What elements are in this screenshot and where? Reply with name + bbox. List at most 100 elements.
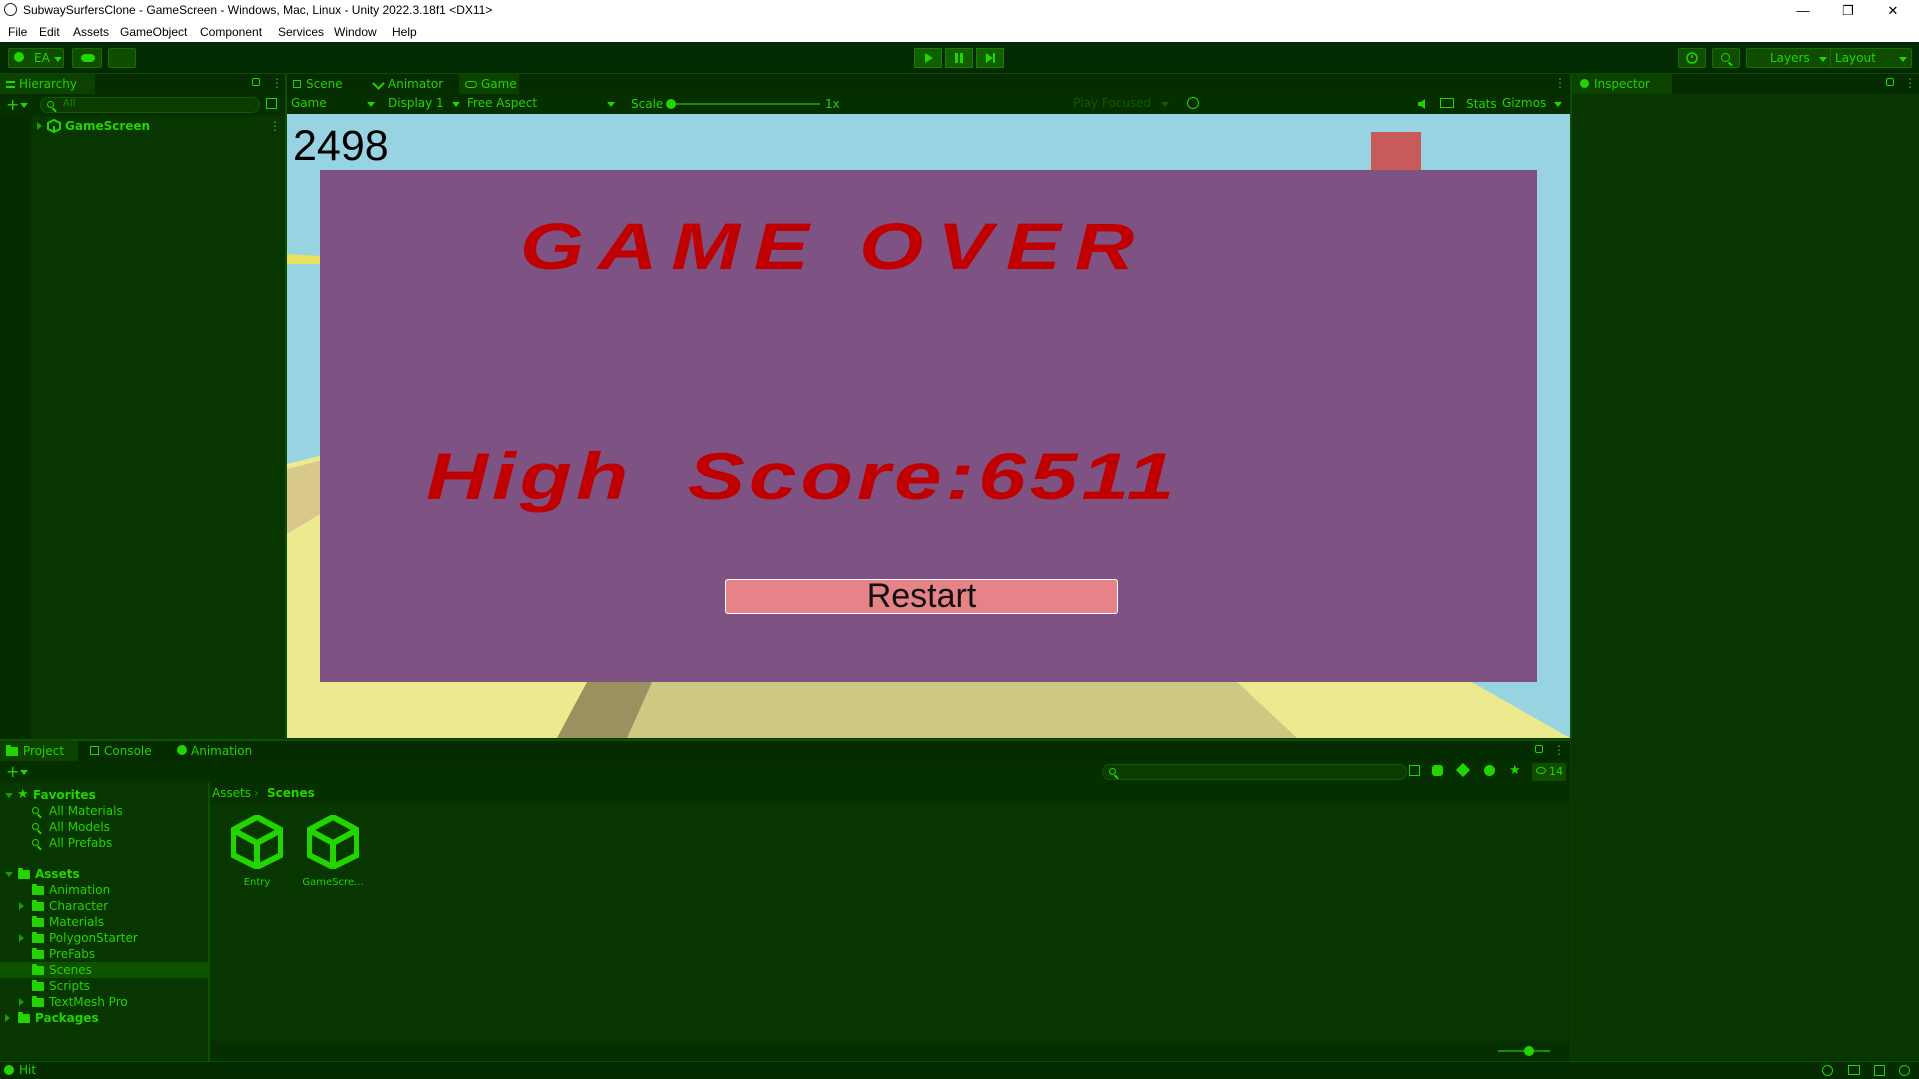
menu-services[interactable]: Services (278, 25, 324, 39)
list-item[interactable]: All Materials (0, 803, 208, 819)
menu-gameobject[interactable]: GameObject (120, 25, 187, 39)
tab-project[interactable]: Project (0, 741, 78, 761)
stats-button[interactable]: Stats (1466, 97, 1497, 111)
menu-file[interactable]: File (8, 25, 27, 39)
status-message[interactable]: Hit (19, 1063, 36, 1077)
bug-icon[interactable] (1822, 1065, 1833, 1076)
list-item[interactable]: Materials (0, 914, 208, 930)
collab-button[interactable] (108, 48, 136, 68)
favorites-section[interactable]: ★ Favorites (0, 787, 208, 803)
aspect-dropdown[interactable]: Free Aspect (467, 96, 617, 112)
search-by-type-icon[interactable] (1409, 765, 1420, 776)
layout-dropdown[interactable]: Layout (1830, 48, 1912, 68)
expand-icon[interactable] (19, 998, 24, 1006)
expand-icon[interactable] (19, 934, 24, 942)
tab-console[interactable]: Console (90, 741, 164, 761)
restart-button[interactable]: Restart (725, 579, 1118, 614)
close-icon[interactable]: ✕ (1871, 0, 1915, 21)
list-item[interactable]: GameScreen ⋮ (31, 116, 285, 136)
add-icon[interactable]: + (6, 762, 19, 781)
gizmos-dropdown[interactable]: Gizmos (1502, 96, 1562, 112)
scale-slider-handle[interactable] (666, 99, 676, 109)
expand-icon[interactable] (19, 902, 24, 910)
scale-label: Scale (631, 97, 664, 111)
menu-edit[interactable]: Edit (39, 25, 60, 39)
icon-size-slider[interactable] (1498, 1046, 1550, 1056)
packages-section[interactable]: Packages (0, 1010, 208, 1026)
list-item[interactable]: Scripts (0, 978, 208, 994)
more-icon[interactable]: ⋮ (1554, 76, 1566, 90)
lock-icon[interactable] (1886, 78, 1894, 86)
asset-file[interactable]: Entry (224, 815, 290, 895)
lock-icon[interactable] (252, 78, 260, 86)
list-item[interactable]: Character (0, 898, 208, 914)
scale-slider[interactable] (666, 99, 820, 109)
list-item[interactable]: All Models (0, 819, 208, 835)
list-item-selected[interactable]: Scenes (0, 962, 208, 978)
collapse-icon[interactable] (5, 872, 13, 877)
tab-game[interactable]: Game (459, 74, 519, 94)
more-icon[interactable]: ⋮ (1904, 76, 1916, 90)
add-icon[interactable]: + (6, 95, 19, 114)
alert-icon[interactable] (1484, 765, 1495, 776)
more-icon[interactable]: ⋮ (271, 76, 283, 90)
pause-button[interactable] (945, 48, 973, 68)
tab-inspector[interactable]: Inspector (1572, 74, 1672, 94)
breadcrumb-assets[interactable]: Assets (212, 786, 251, 800)
tab-scene[interactable]: Scene (293, 74, 357, 94)
layers-dropdown[interactable]: Layers (1746, 48, 1834, 68)
history-button[interactable] (1678, 48, 1706, 68)
cache-server-icon[interactable] (1848, 1065, 1860, 1075)
asset-file[interactable]: GameScre... (300, 815, 366, 895)
speaker-icon[interactable] (1416, 97, 1430, 111)
search-icon (32, 823, 39, 830)
play-focused-dropdown[interactable]: Play Focused (1073, 96, 1173, 112)
checkmark-icon[interactable] (1899, 1065, 1910, 1076)
expand-icon[interactable] (5, 1014, 10, 1022)
lock-icon[interactable] (1535, 745, 1543, 753)
label-icon[interactable] (1455, 762, 1471, 778)
more-icon[interactable]: ⋮ (1553, 743, 1565, 757)
list-item[interactable]: PolygonStarter (0, 930, 208, 946)
game-mode-dropdown[interactable]: Game (291, 96, 377, 112)
hierarchy-search-input[interactable]: All (40, 97, 260, 113)
chevron-down-icon[interactable] (20, 103, 28, 108)
bug-icon[interactable] (1187, 97, 1199, 109)
menu-help[interactable]: Help (392, 25, 417, 39)
restore-icon[interactable]: ❐ (1826, 0, 1870, 21)
account-icon (14, 52, 24, 62)
list-item[interactable]: PreFabs (0, 946, 208, 962)
step-button[interactable] (976, 48, 1004, 68)
hidden-packages-toggle[interactable]: 14 (1532, 763, 1566, 781)
list-item[interactable]: Animation (0, 882, 208, 898)
tab-hierarchy[interactable]: Hierarchy (0, 74, 95, 94)
list-item[interactable]: TextMesh Pro (0, 994, 208, 1010)
tab-animator[interactable]: Animator (372, 74, 454, 94)
game-view[interactable]: 2498 GAME OVER High Score:6511 Restart (287, 114, 1570, 738)
collapse-icon[interactable] (5, 793, 13, 798)
tab-animation[interactable]: Animation (177, 741, 267, 761)
menu-component[interactable]: Component (200, 25, 262, 39)
keyboard-icon[interactable] (1440, 98, 1454, 108)
play-button[interactable] (914, 48, 942, 68)
chevron-down-icon[interactable] (20, 770, 28, 775)
menu-window[interactable]: Window (334, 25, 377, 39)
filter-icon[interactable] (1432, 765, 1443, 776)
account-dropdown[interactable]: EA (8, 48, 64, 68)
network-icon[interactable] (1874, 1065, 1885, 1076)
icon-size-slider-handle[interactable] (1524, 1046, 1534, 1056)
display-dropdown[interactable]: Display 1 (388, 96, 460, 112)
search-button[interactable] (1712, 48, 1740, 68)
more-icon[interactable]: ⋮ (269, 119, 281, 133)
breadcrumb-scenes[interactable]: Scenes (267, 786, 315, 800)
project-search-input[interactable] (1102, 764, 1407, 780)
star-icon[interactable]: ★ (1509, 763, 1521, 778)
scene-search-icon[interactable] (266, 98, 277, 109)
minimize-icon[interactable]: — (1781, 0, 1825, 21)
expand-icon[interactable] (37, 122, 42, 130)
list-item[interactable]: All Prefabs (0, 835, 208, 851)
unity-scene-icon (231, 815, 283, 869)
assets-section[interactable]: Assets (0, 866, 208, 882)
cloud-button[interactable] (72, 48, 102, 68)
menu-assets[interactable]: Assets (73, 25, 109, 39)
